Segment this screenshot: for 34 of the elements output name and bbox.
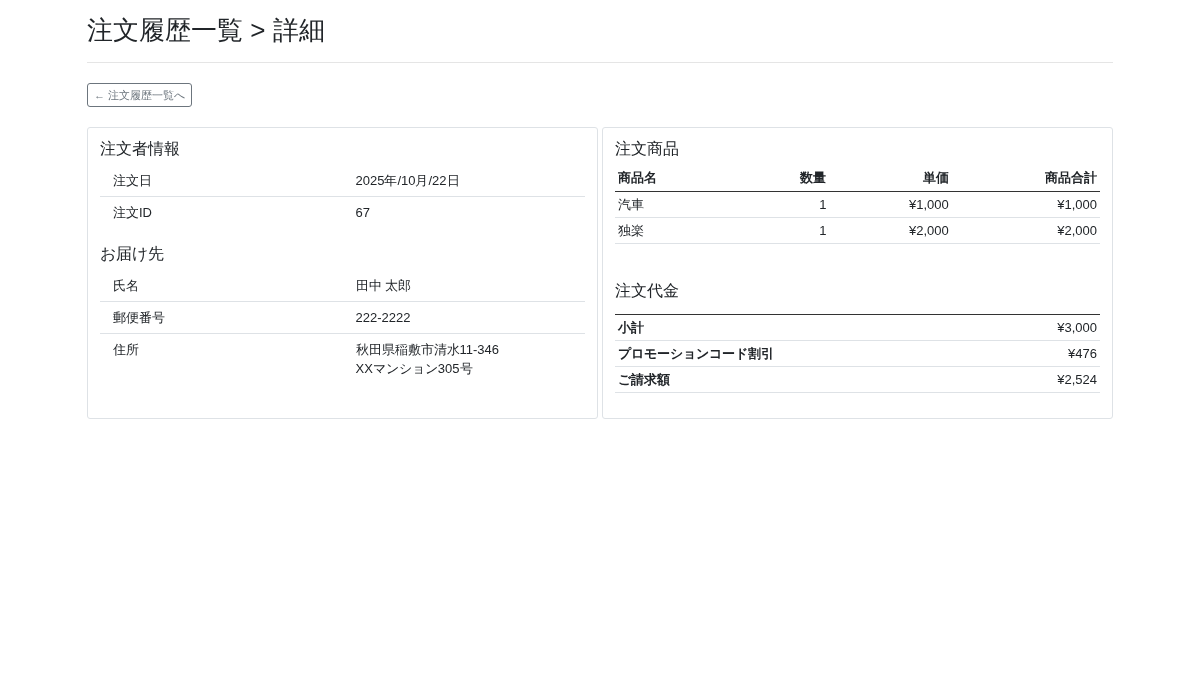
field-value: 田中 太郎 — [355, 278, 412, 293]
line-total: ¥2,000 — [1057, 223, 1097, 238]
column-header: 商品名 — [618, 170, 657, 185]
field-label: 住所 — [113, 342, 139, 357]
section-heading: 注文者情報 — [100, 139, 181, 159]
field-label: 注文日 — [113, 173, 152, 188]
field-label: 郵便番号 — [113, 310, 165, 325]
field-value: 秋田県稲敷市清水11-346 XXマンション305号 — [355, 342, 499, 376]
page-title: 注文履歴一覧 > 詳細 — [87, 14, 326, 47]
field-value: 222-2222 — [355, 310, 411, 325]
product-name: 汽車 — [618, 197, 644, 212]
summary-label: ご請求額 — [618, 372, 670, 387]
summary-label: 小計 — [618, 320, 644, 335]
column-header: 単価 — [922, 170, 949, 185]
product-name: 独楽 — [618, 223, 644, 238]
summary-value: ¥3,000 — [1057, 320, 1097, 335]
section-heading: 注文代金 — [615, 281, 680, 301]
field-label: 注文ID — [113, 205, 152, 220]
field-value: 2025年/10月/22日 — [355, 173, 460, 188]
column-header: 数量 — [800, 170, 827, 185]
line-total: ¥1,000 — [1057, 197, 1097, 212]
unit-price: ¥1,000 — [908, 197, 949, 212]
quantity: 1 — [819, 223, 827, 238]
back-button[interactable]: ← 注文履歴一覧へ — [87, 83, 193, 107]
section-heading: お届け先 — [100, 244, 165, 264]
unit-price: ¥2,000 — [908, 223, 949, 238]
section-heading: 注文商品 — [615, 139, 680, 159]
summary-value: ¥2,524 — [1057, 372, 1097, 387]
field-value: 67 — [355, 205, 370, 220]
summary-value: ¥476 — [1068, 346, 1097, 361]
summary-label: プロモーションコード割引 — [618, 346, 774, 361]
column-header: 商品合計 — [1045, 170, 1097, 185]
field-label: 氏名 — [113, 278, 139, 293]
quantity: 1 — [819, 197, 827, 212]
